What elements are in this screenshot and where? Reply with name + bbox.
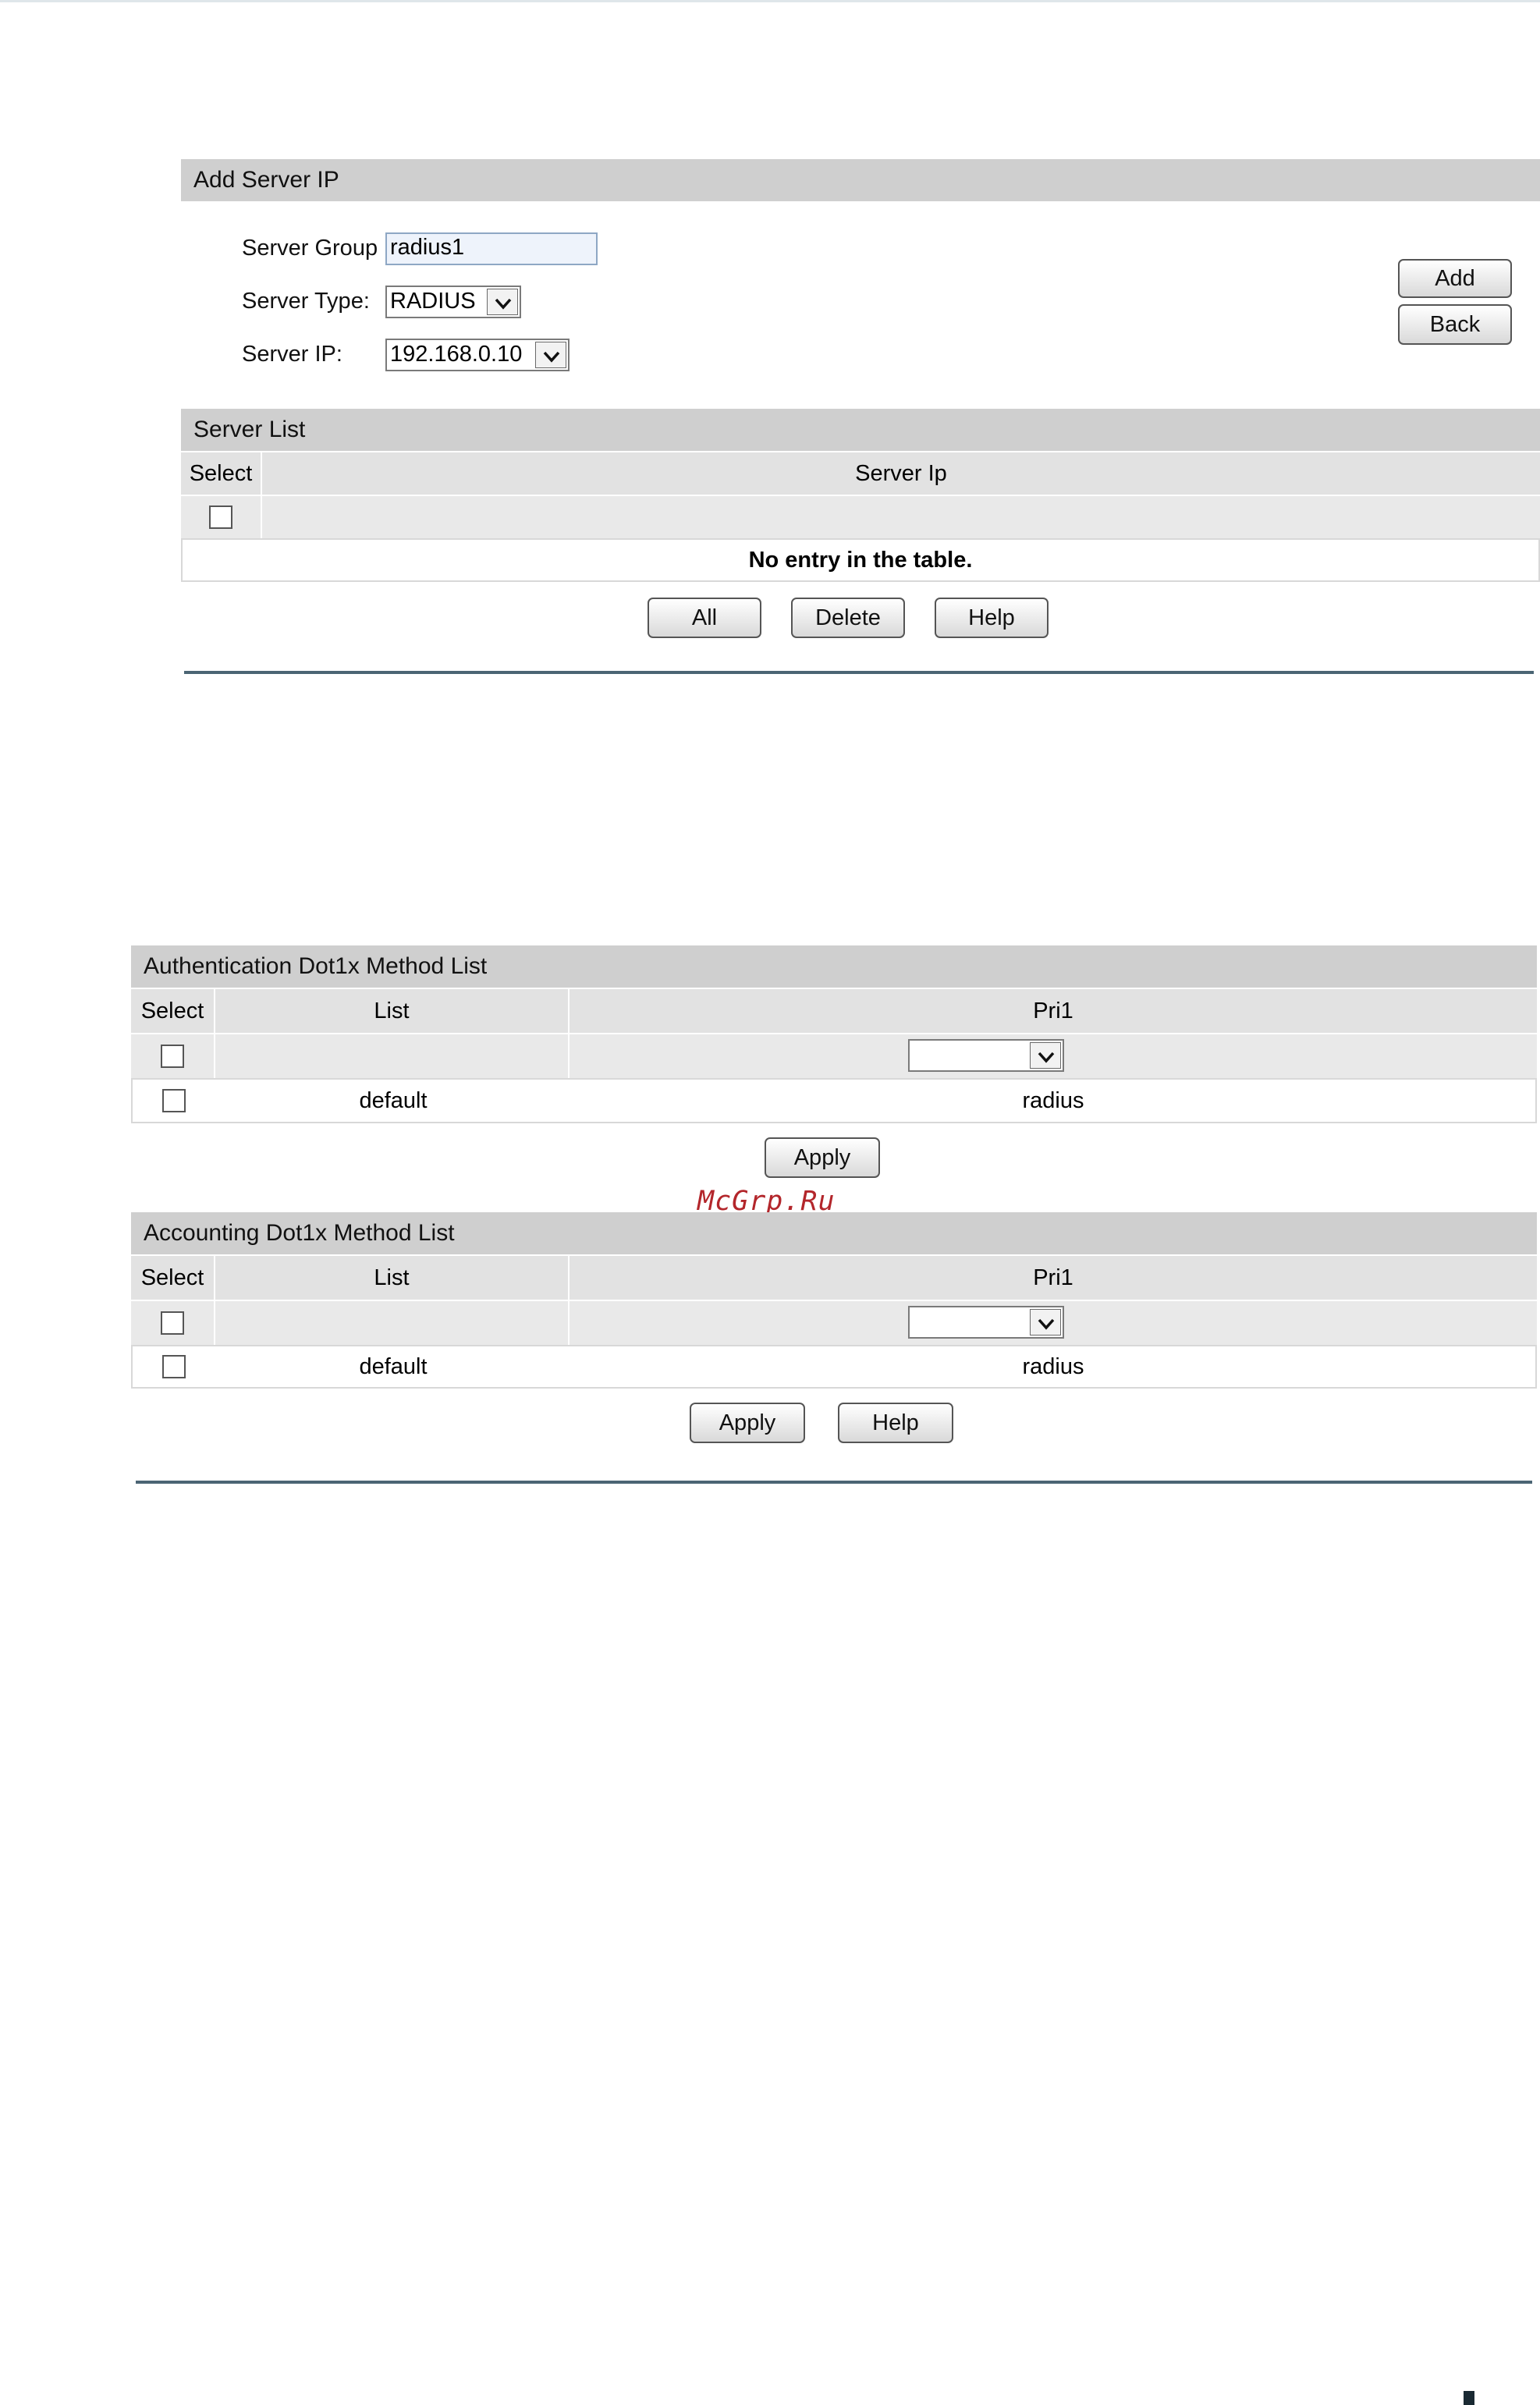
chevron-down-icon xyxy=(487,289,518,315)
select-all-checkbox[interactable] xyxy=(209,505,232,529)
server-list-input-row xyxy=(181,496,1540,538)
server-ip-label: Server IP: xyxy=(242,342,342,367)
back-button[interactable]: Back xyxy=(1398,304,1512,345)
delete-button[interactable]: Delete xyxy=(791,598,905,638)
server-type-value: RADIUS xyxy=(390,289,476,314)
auth-list-header: Authentication Dot1x Method List xyxy=(131,945,1537,988)
auth-pri1-select[interactable] xyxy=(908,1039,1064,1072)
acct-list-header: Accounting Dot1x Method List xyxy=(131,1212,1537,1254)
server-list-column-header: Select Server Ip xyxy=(181,452,1540,495)
acct-help-button[interactable]: Help xyxy=(838,1403,953,1443)
acct-apply-button[interactable]: Apply xyxy=(690,1403,805,1443)
column-select: Select xyxy=(131,989,215,1033)
list-cell xyxy=(215,1034,570,1078)
column-select: Select xyxy=(181,452,262,495)
column-list: List xyxy=(215,1256,570,1300)
acct-list-column-header: Select List Pri1 xyxy=(131,1256,1537,1300)
chevron-down-icon xyxy=(1030,1042,1061,1069)
server-list-header: Server List xyxy=(181,409,1540,451)
server-group-label: Server Group xyxy=(242,236,378,261)
column-pri1: Pri1 xyxy=(1033,1265,1073,1290)
row-list: default xyxy=(217,1346,571,1387)
add-server-header: Add Server IP xyxy=(181,159,1540,201)
row-pri1: radius xyxy=(1022,1354,1084,1379)
column-select: Select xyxy=(131,1256,215,1300)
auth-list-title: Authentication Dot1x Method List xyxy=(144,953,488,979)
auth-list-column-header: Select List Pri1 xyxy=(131,989,1537,1033)
all-button[interactable]: All xyxy=(648,598,761,638)
chevron-down-icon xyxy=(535,342,566,368)
row-checkbox[interactable] xyxy=(162,1355,186,1378)
server-list-empty-row: No entry in the table. xyxy=(181,538,1540,582)
server-ip-value: 192.168.0.10 xyxy=(390,342,523,367)
server-type-label: Server Type: xyxy=(242,289,370,314)
chevron-down-icon xyxy=(1030,1309,1061,1336)
acct-pri1-select[interactable] xyxy=(908,1306,1064,1339)
page-corner-mark xyxy=(1464,2391,1474,2405)
acct-list-input-row xyxy=(131,1301,1537,1345)
server-list-title: Server List xyxy=(193,417,306,442)
row-checkbox[interactable] xyxy=(162,1089,186,1112)
section-divider xyxy=(136,1481,1532,1484)
table-row: default radius xyxy=(131,1345,1537,1389)
column-list: List xyxy=(215,989,570,1033)
row-list: default xyxy=(217,1080,571,1122)
add-button[interactable]: Add xyxy=(1398,259,1512,298)
column-server-ip: Server Ip xyxy=(855,461,947,486)
table-row: default radius xyxy=(131,1078,1537,1123)
auth-list-input-row xyxy=(131,1034,1537,1078)
auth-apply-button[interactable]: Apply xyxy=(765,1137,880,1178)
row-pri1: radius xyxy=(1022,1088,1084,1113)
server-group-input[interactable]: radius1 xyxy=(385,232,598,265)
list-cell xyxy=(215,1301,570,1345)
auth-select-all-checkbox[interactable] xyxy=(161,1045,184,1068)
top-border xyxy=(0,0,1540,2)
acct-select-all-checkbox[interactable] xyxy=(161,1311,184,1335)
add-server-title: Add Server IP xyxy=(193,167,339,193)
empty-message: No entry in the table. xyxy=(748,548,973,573)
server-type-select[interactable]: RADIUS xyxy=(385,286,521,318)
server-ip-select[interactable]: 192.168.0.10 xyxy=(385,339,570,371)
acct-list-title: Accounting Dot1x Method List xyxy=(144,1220,455,1246)
help-button[interactable]: Help xyxy=(935,598,1049,638)
section-divider xyxy=(184,671,1534,674)
column-pri1: Pri1 xyxy=(1033,999,1073,1023)
